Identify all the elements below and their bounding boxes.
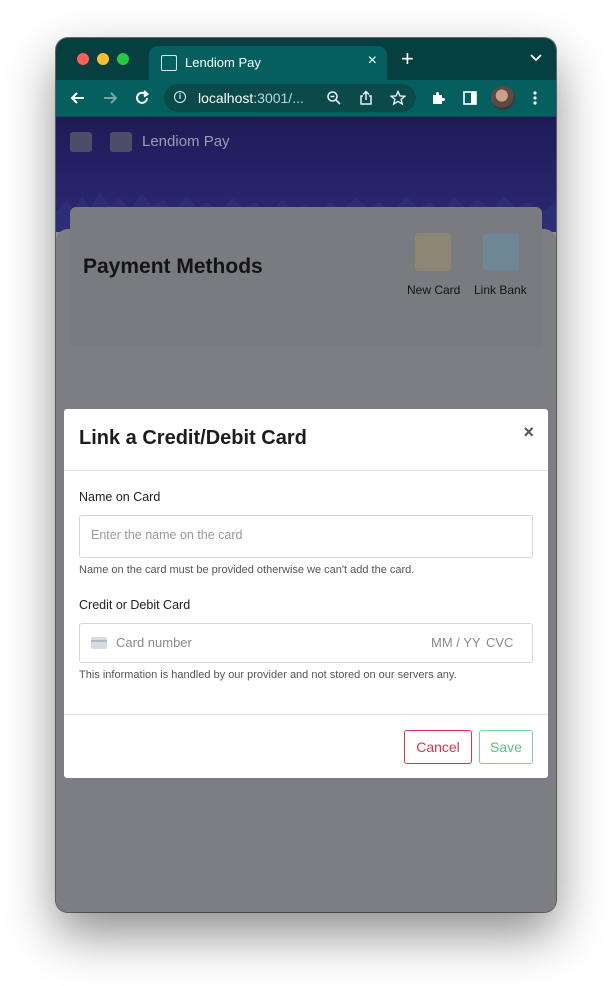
card-number-input[interactable]: Card number: [116, 635, 192, 650]
modal-title: Link a Credit/Debit Card: [79, 427, 307, 449]
close-window-button[interactable]: [77, 53, 89, 65]
maximize-window-button[interactable]: [117, 53, 129, 65]
cancel-button[interactable]: Cancel: [404, 730, 472, 764]
card-cvc-input[interactable]: CVC: [486, 635, 513, 650]
tab-title: Lendiom Pay: [185, 55, 261, 70]
tab-close-icon[interactable]: ×: [368, 53, 377, 69]
card-expiry-input[interactable]: MM / YY: [431, 635, 481, 650]
brand-name: Lendiom Pay: [142, 133, 230, 150]
name-on-card-field[interactable]: [79, 515, 533, 558]
page-title: Payment Methods: [83, 255, 263, 278]
back-nav-button[interactable]: [70, 132, 92, 152]
link-bank-icon[interactable]: [483, 233, 519, 271]
address-bar[interactable]: i localhost:3001/...: [164, 84, 416, 112]
reload-icon[interactable]: [132, 88, 152, 108]
zoom-icon[interactable]: [326, 90, 342, 106]
new-card-icon[interactable]: [415, 233, 451, 271]
modal-header: Link a Credit/Debit Card ×: [64, 409, 548, 471]
new-tab-button[interactable]: +: [401, 48, 414, 70]
card-element-field[interactable]: Card number MM / YY CVC: [79, 623, 533, 663]
side-panel-icon[interactable]: [462, 90, 478, 106]
modal-footer: Cancel Save: [64, 714, 548, 779]
menu-toggle-button[interactable]: [110, 132, 132, 152]
site-info-icon[interactable]: i: [174, 91, 186, 103]
extensions-puzzle-icon[interactable]: [430, 90, 446, 106]
tab-strip: Lendiom Pay × +: [56, 38, 556, 80]
bookmark-star-icon[interactable]: [390, 90, 406, 106]
name-on-card-input[interactable]: [91, 528, 511, 542]
browser-tab[interactable]: Lendiom Pay ×: [149, 46, 387, 80]
new-card-label[interactable]: New Card: [407, 283, 460, 297]
save-button[interactable]: Save: [479, 730, 533, 764]
more-menu-icon[interactable]: [527, 90, 543, 106]
minimize-window-button[interactable]: [97, 53, 109, 65]
link-bank-label[interactable]: Link Bank: [474, 283, 527, 297]
url-text[interactable]: localhost:3001/...: [198, 90, 304, 106]
back-arrow-icon[interactable]: [68, 88, 88, 108]
chevron-down-icon[interactable]: [530, 54, 542, 62]
credit-card-icon: [91, 637, 107, 649]
card-label: Credit or Debit Card: [79, 598, 191, 612]
share-icon[interactable]: [358, 90, 374, 106]
browser-window: Lendiom Pay × + i localhost:3001/... Len…: [56, 38, 556, 912]
browser-toolbar: i localhost:3001/...: [56, 80, 556, 117]
name-on-card-label: Name on Card: [79, 490, 161, 504]
card-help-text: This information is handled by our provi…: [79, 669, 457, 681]
forward-arrow-icon[interactable]: [100, 88, 120, 108]
close-icon[interactable]: ×: [523, 423, 534, 441]
page-content: Lendiom Pay Payment Methods New Card Lin…: [56, 117, 556, 912]
payment-methods-card: Payment Methods New Card Link Bank: [70, 207, 542, 347]
favicon-icon: [161, 55, 177, 71]
profile-avatar[interactable]: [491, 86, 515, 110]
name-help-text: Name on the card must be provided otherw…: [79, 564, 415, 576]
link-card-modal: Link a Credit/Debit Card × Name on Card …: [64, 409, 548, 778]
